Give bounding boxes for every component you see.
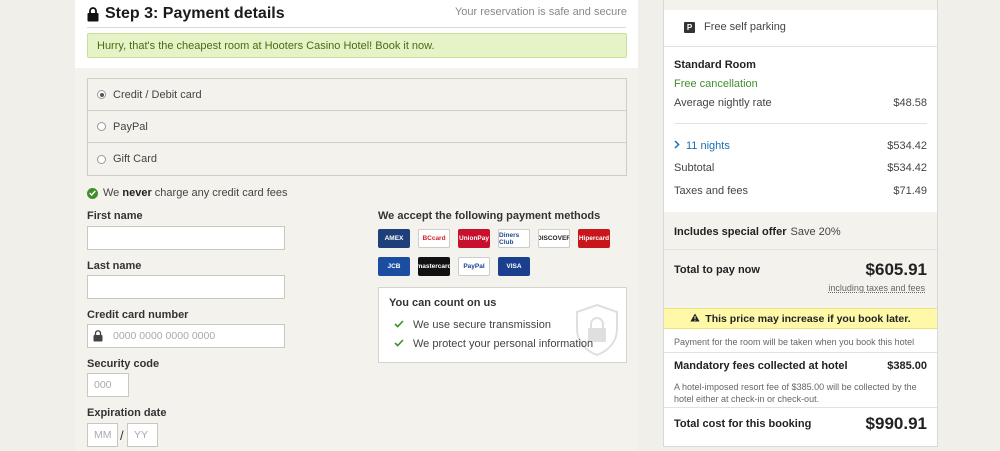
check-circle-icon — [87, 187, 98, 199]
payment-note: Payment for the room will be taken when … — [674, 337, 915, 347]
card-logo-mastercard: mastercard — [418, 257, 450, 276]
payment-option-label: PayPal — [113, 120, 148, 133]
first-name-label: First name — [87, 210, 143, 222]
cc-placeholder: 0000 0000 0000 0000 — [113, 330, 216, 342]
special-offer: Includes special offer Save 20% — [674, 226, 841, 238]
page-title: Step 3: Payment details — [105, 5, 285, 22]
free-cancellation: Free cancellation — [674, 78, 758, 90]
chevron-right-icon[interactable] — [674, 140, 680, 152]
checkmark-icon — [394, 338, 404, 350]
trust-item: We protect your personal information — [394, 338, 593, 350]
card-logo-bccard: BCcard — [418, 229, 450, 248]
expiration-year-input[interactable]: YY — [127, 423, 158, 447]
radio-icon[interactable] — [97, 90, 106, 99]
checkmark-icon — [394, 319, 404, 331]
price-warning-banner: This price may increase if you book late… — [664, 308, 937, 329]
payment-option-label: Gift Card — [113, 153, 158, 165]
form-area: Credit / Debit card PayPal Gift Card We … — [75, 68, 638, 451]
lock-icon — [87, 6, 99, 22]
fees-note: We never charge any credit card fees — [87, 187, 287, 199]
radio-icon[interactable] — [97, 154, 106, 164]
last-name-label: Last name — [87, 260, 142, 272]
shield-lock-icon — [574, 303, 620, 360]
cc-number-input[interactable]: 0000 0000 0000 0000 — [87, 324, 285, 348]
payment-panel: Step 3: Payment details Your reservation… — [75, 0, 638, 451]
lock-icon — [93, 330, 103, 345]
step-header: Step 3: Payment details — [87, 5, 285, 23]
first-name-input[interactable] — [87, 226, 285, 250]
cc-number-label: Credit card number — [87, 309, 189, 321]
summary-top-strip — [664, 0, 937, 10]
card-logo-amex: AMEX — [378, 229, 410, 248]
card-logo-jcb: JCB — [378, 257, 410, 276]
payment-method-options: Credit / Debit card PayPal Gift Card — [87, 78, 627, 176]
trust-title: You can count on us — [389, 297, 497, 309]
last-name-input[interactable] — [87, 275, 285, 299]
security-code-input[interactable]: 000 — [87, 373, 129, 397]
parking-icon: P — [684, 21, 695, 33]
divider — [664, 249, 937, 250]
card-logo-visa: VISA — [498, 257, 530, 276]
card-logo-diners-club: Diners Club — [498, 229, 530, 248]
card-logo-discover: DISCOVER — [538, 229, 570, 248]
nights-row[interactable]: 11 nights $534.42 — [674, 140, 927, 152]
total-note[interactable]: including taxes and fees — [828, 283, 925, 293]
divider — [664, 407, 937, 408]
trust-item: We use secure transmission — [394, 319, 551, 331]
room-name: Standard Room — [674, 59, 756, 71]
subtotal-row: Subtotal $534.42 — [674, 162, 927, 174]
payment-option-card[interactable]: Credit / Debit card — [88, 79, 626, 111]
parking-info: P Free self parking — [684, 21, 786, 33]
total-row: Total to pay now $605.91 — [674, 260, 927, 279]
secure-note: Your reservation is safe and secure — [454, 6, 627, 18]
booking-total-row: Total cost for this booking $990.91 — [674, 414, 927, 433]
payment-option-gift-card[interactable]: Gift Card — [88, 143, 626, 175]
booking-summary: P Free self parking Standard Room Free c… — [663, 0, 938, 447]
expiration-label: Expiration date — [87, 407, 167, 419]
radio-icon[interactable] — [97, 122, 106, 131]
average-rate-row: Average nightly rate $48.58 — [674, 97, 927, 109]
header-divider — [87, 27, 626, 28]
expiration-month-input[interactable]: MM — [87, 423, 118, 447]
hurry-banner: Hurry, that's the cheapest room at Hoote… — [87, 33, 627, 58]
taxes-row: Taxes and fees $71.49 — [674, 185, 927, 197]
card-logo-hipercard: Hipercard — [578, 229, 610, 248]
expiration-separator: / — [120, 428, 124, 443]
payment-methods-title: We accept the following payment methods — [378, 210, 601, 222]
payment-option-paypal[interactable]: PayPal — [88, 111, 626, 143]
warning-icon — [690, 313, 700, 325]
trust-box: You can count on us We use secure transm… — [378, 287, 627, 363]
mandatory-fees-row: Mandatory fees collected at hotel $385.00 — [674, 360, 927, 372]
card-logo-unionpay: UnionPay — [458, 229, 490, 248]
resort-fee-note: A hotel-imposed resort fee of $385.00 wi… — [674, 382, 917, 404]
divider — [674, 123, 927, 124]
payment-option-label: Credit / Debit card — [113, 88, 202, 101]
card-logo-paypal: PayPal — [458, 257, 490, 276]
offer-area: Includes special offer Save 20% Total to … — [664, 212, 937, 308]
divider — [664, 46, 937, 47]
security-code-label: Security code — [87, 358, 160, 370]
divider — [664, 352, 937, 353]
